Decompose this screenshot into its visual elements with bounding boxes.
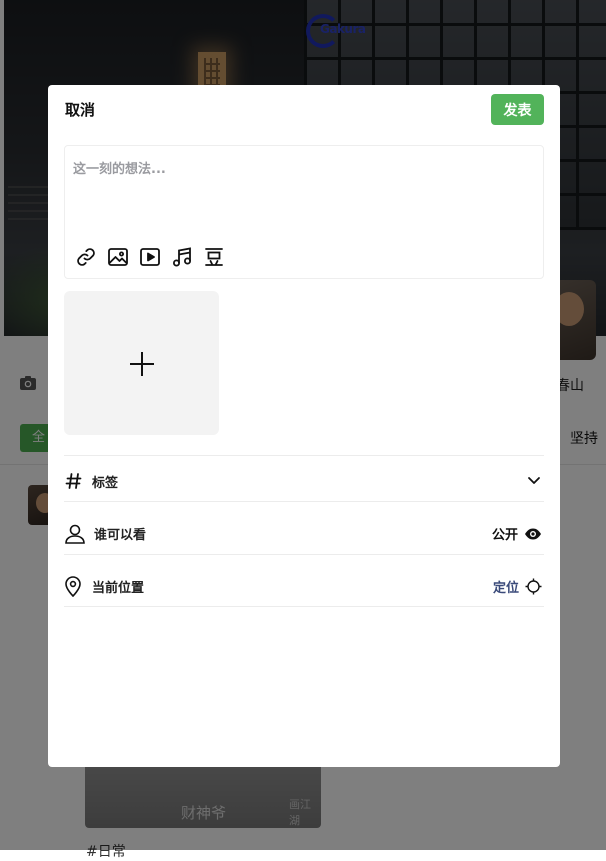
video-icon[interactable]	[139, 246, 161, 268]
visibility-label: 谁可以看	[94, 528, 147, 543]
visibility-value-group: 公开	[492, 524, 542, 543]
locate-value: 定位	[492, 581, 519, 596]
location-row[interactable]: 当前位置 定位	[64, 554, 544, 607]
location-pin-icon	[65, 576, 81, 597]
tags-row-action	[526, 472, 542, 488]
location-row-divider	[64, 606, 544, 607]
douban-icon[interactable]	[203, 246, 225, 268]
publish-button[interactable]: 发表	[491, 94, 544, 125]
post-editor	[64, 145, 544, 279]
visibility-value: 公开	[491, 528, 518, 543]
link-icon[interactable]	[75, 246, 97, 268]
chevron-down-icon[interactable]	[526, 472, 542, 488]
editor-toolbar	[75, 246, 225, 268]
location-label: 当前位置	[92, 581, 145, 596]
locate-button[interactable]: 定位	[493, 577, 542, 596]
eye-icon	[525, 528, 541, 539]
crosshair-icon	[525, 578, 542, 595]
hash-icon	[65, 473, 82, 489]
upload-image-button[interactable]	[64, 291, 219, 435]
visibility-row[interactable]: 谁可以看 公开	[64, 501, 544, 555]
music-icon[interactable]	[171, 246, 193, 268]
user-icon	[65, 524, 85, 544]
image-icon[interactable]	[107, 246, 129, 268]
cancel-button[interactable]: 取消	[65, 99, 95, 120]
plus-icon	[130, 352, 154, 376]
post-text-input[interactable]	[73, 158, 533, 238]
compose-modal: 取消 发表 这一刻的想法... 标签 谁可以看 公开 当前位置 定位	[48, 85, 560, 767]
tags-label: 标签	[92, 476, 119, 491]
